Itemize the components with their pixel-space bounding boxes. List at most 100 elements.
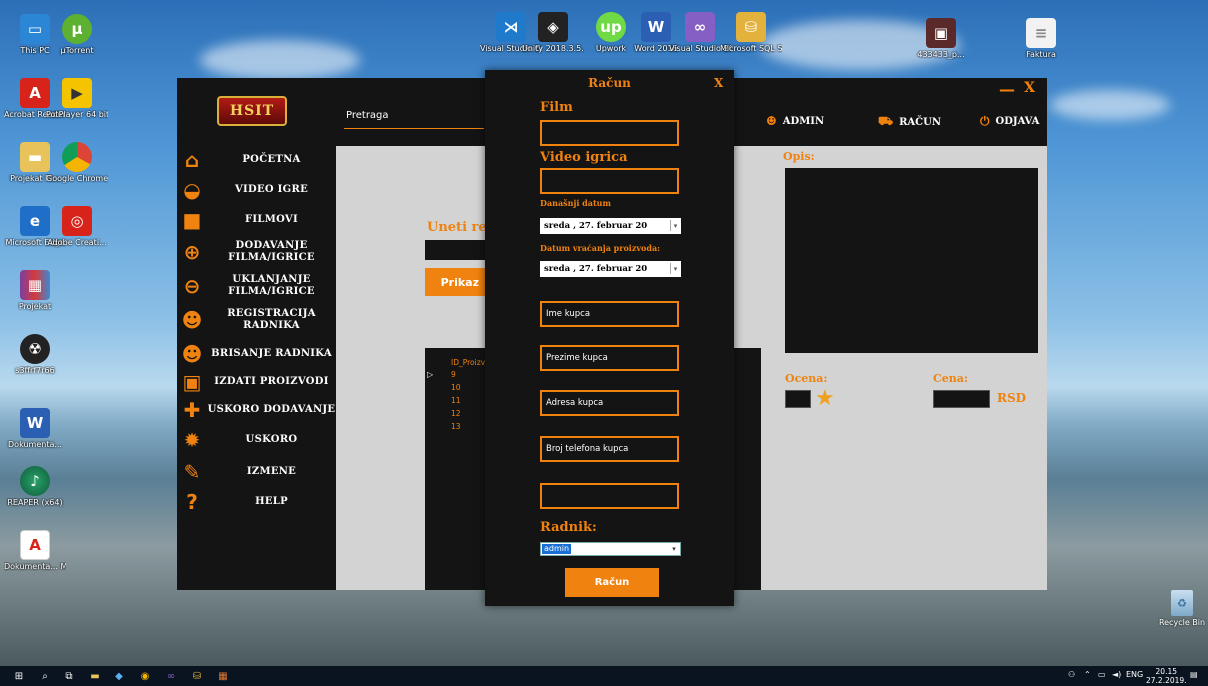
nav-item-help[interactable]: ? HELP bbox=[177, 488, 336, 516]
employee-select[interactable]: admin ▾ bbox=[540, 542, 681, 556]
search-input[interactable]: Pretraga bbox=[346, 110, 389, 121]
recycle-bin-icon: ♻ bbox=[1171, 590, 1193, 616]
minimize-button[interactable]: — bbox=[999, 80, 1015, 99]
desktop-icon-file-433[interactable]: ▣ 433433_p... bbox=[910, 18, 972, 60]
box-icon: ▣ bbox=[182, 370, 202, 394]
show-button[interactable]: Prikaz bbox=[425, 268, 485, 296]
dialog-close-button[interactable]: X bbox=[714, 76, 723, 90]
camera-icon: ■ bbox=[182, 208, 202, 232]
cart-icon: ⛟ bbox=[878, 114, 894, 128]
description-label: Opis: bbox=[783, 150, 815, 163]
return-date-picker[interactable]: sreda , 27. februar 20 ▾ bbox=[540, 261, 681, 277]
desktop-icon-dokumentacija-pdf[interactable]: A Dokumenta... Milošević_... bbox=[4, 530, 66, 572]
racun-button[interactable]: ⛟ RAČUN bbox=[878, 114, 941, 130]
desktop-icon-unity[interactable]: ◈ Unity 2018.3.5... bbox=[522, 12, 584, 54]
nav-item-video-igre[interactable]: ◒ VIDEO IGRE bbox=[177, 176, 336, 204]
sidebar: HSIT ⌂ POČETNA ◒ VIDEO IGRE ■ FILMOVI ⊕ … bbox=[177, 78, 336, 590]
word-icon: W bbox=[641, 12, 671, 42]
volume-icon[interactable]: ◄) bbox=[1112, 670, 1121, 679]
desktop-icon-faktura[interactable]: ≡ Faktura bbox=[1010, 18, 1072, 60]
nav-item-uskoro[interactable]: ✹ USKORO bbox=[177, 426, 336, 454]
nav-item-registracija[interactable]: ☻ REGISTRACIJA RADNIKA bbox=[177, 306, 336, 334]
desktop-icon-projekat[interactable]: ▦ Projekat bbox=[4, 270, 66, 312]
desktop-icon-potplayer[interactable]: ▶ PotPlayer 64 bit bbox=[46, 78, 108, 120]
task-view-icon[interactable]: ⧉ bbox=[62, 669, 76, 683]
gamepad-icon: ◒ bbox=[183, 178, 201, 202]
customer-phone-input[interactable]: Broj telefona kupca bbox=[540, 436, 679, 462]
pencil-icon: ✎ bbox=[183, 460, 201, 484]
user-add-icon: ☻ bbox=[181, 308, 203, 332]
tray-arrow-icon[interactable]: ⌃ bbox=[1084, 670, 1091, 679]
windows-start-icon[interactable]: ⊞ bbox=[12, 669, 26, 683]
desktop-icon-dokumentacija[interactable]: W Dokumenta... bbox=[4, 408, 66, 450]
chrome-icon[interactable]: ◉ bbox=[138, 669, 152, 683]
database-icon[interactable]: ⛁ bbox=[190, 669, 204, 683]
language-indicator[interactable]: ENG bbox=[1126, 670, 1143, 679]
nav-item-dodavanje[interactable]: ⊕ DODAVANJE FILMA/IGRICE bbox=[177, 238, 336, 266]
nav-item-uskoro-dodavanje[interactable]: ✚ USKORO DODAVANJE bbox=[177, 396, 336, 424]
nav-item-pocetna[interactable]: ⌂ POČETNA bbox=[177, 146, 336, 174]
desktop-icon-utorrent[interactable]: µ µTorrent bbox=[46, 14, 108, 56]
search-icon[interactable]: ⌕ bbox=[38, 669, 52, 683]
currency-label: RSD bbox=[997, 391, 1027, 405]
dialog-title: Račun bbox=[588, 76, 631, 90]
desktop-icon-adobe-creative[interactable]: ◎ Adobe Creati... bbox=[46, 206, 108, 248]
nav-item-filmovi[interactable]: ■ FILMOVI bbox=[177, 206, 336, 234]
return-date-label: Datum vraćanja proizvoda: bbox=[540, 243, 661, 253]
desktop-icon-sql[interactable]: ⛁ Microsoft SQL Server ... bbox=[720, 12, 782, 54]
extra-field[interactable] bbox=[540, 483, 679, 509]
close-button[interactable]: X bbox=[1024, 80, 1035, 96]
film-field[interactable] bbox=[540, 120, 679, 146]
customer-address-input[interactable]: Adresa kupca bbox=[540, 390, 679, 416]
visual-studio-icon[interactable]: ∞ bbox=[164, 669, 178, 683]
search-term-input[interactable] bbox=[425, 240, 485, 260]
today-date-label: Današnji datum bbox=[540, 198, 611, 208]
app-icon[interactable]: ▦ bbox=[216, 669, 230, 683]
clock[interactable]: 20.15 27.2.2019. bbox=[1146, 667, 1187, 685]
minus-circle-icon: ⊖ bbox=[183, 274, 201, 298]
cross-icon: ✚ bbox=[183, 398, 201, 422]
plus-circle-icon: ⊕ bbox=[183, 240, 201, 264]
nav-item-uklanjanje[interactable]: ⊖ UKLANJANJE FILMA/IGRICE bbox=[177, 272, 336, 300]
customer-last-name-input[interactable]: Prezime kupca bbox=[540, 345, 679, 371]
creative-cloud-icon: ◎ bbox=[62, 206, 92, 236]
rating-field[interactable] bbox=[785, 390, 811, 408]
chevron-down-icon: ▾ bbox=[670, 220, 680, 231]
customer-first-name-input[interactable]: Ime kupca bbox=[540, 301, 679, 327]
odjava-button[interactable]: ⏻ ODJAVA bbox=[980, 114, 1039, 129]
create-invoice-button[interactable]: Račun bbox=[565, 568, 659, 597]
admin-button[interactable]: ☻ ADMIN bbox=[766, 114, 824, 128]
network-icon[interactable]: ▭ bbox=[1098, 670, 1106, 679]
desktop-icon-s3r[interactable]: ☢ s3ffrf7r66 bbox=[4, 334, 66, 376]
video-game-field[interactable] bbox=[540, 168, 679, 194]
rating-label: Ocena: bbox=[785, 372, 828, 385]
store-icon[interactable]: ◆ bbox=[112, 669, 126, 683]
description-box[interactable] bbox=[785, 168, 1038, 353]
notifications-icon[interactable]: ▤ bbox=[1190, 670, 1198, 679]
file-explorer-icon[interactable]: ▬ bbox=[88, 669, 102, 683]
today-date-picker[interactable]: sreda , 27. februar 20 ▾ bbox=[540, 218, 681, 234]
nav-item-izdati[interactable]: ▣ IZDATI PROIZVODI bbox=[177, 368, 336, 396]
user-remove-icon: ☻ bbox=[181, 342, 203, 366]
table-row[interactable]: 13 bbox=[451, 422, 461, 431]
app-logo: HSIT bbox=[217, 96, 287, 126]
nav-item-izmene[interactable]: ✎ IZMENE bbox=[177, 458, 336, 486]
table-row[interactable]: 12 bbox=[451, 409, 461, 418]
chevron-down-icon: ▾ bbox=[672, 545, 676, 553]
table-row[interactable]: 11 bbox=[451, 396, 461, 405]
desktop-icon-chrome[interactable]: Google Chrome bbox=[46, 142, 108, 184]
search-term-label: Uneti re bbox=[427, 220, 487, 235]
people-icon[interactable]: ⚇ bbox=[1068, 670, 1075, 679]
nav-item-brisanje[interactable]: ☻ BRISANJE RADNIKA bbox=[177, 340, 336, 368]
search-underline bbox=[344, 128, 484, 129]
user-star-icon: ☻ bbox=[766, 114, 777, 128]
pdf-icon: A bbox=[20, 530, 50, 560]
price-field[interactable] bbox=[933, 390, 990, 408]
table-row[interactable]: 10 bbox=[451, 383, 461, 392]
star-icon: ★ bbox=[815, 386, 835, 411]
visual-studio-icon: ∞ bbox=[685, 12, 715, 42]
desktop-icon-recycle-bin[interactable]: ♻ Recycle Bin bbox=[1158, 590, 1206, 627]
grid-header: ID_Proizv bbox=[451, 358, 486, 367]
desktop-icon-reaper[interactable]: ♪ REAPER (x64) bbox=[4, 466, 66, 508]
table-row[interactable]: 9 bbox=[451, 370, 456, 379]
